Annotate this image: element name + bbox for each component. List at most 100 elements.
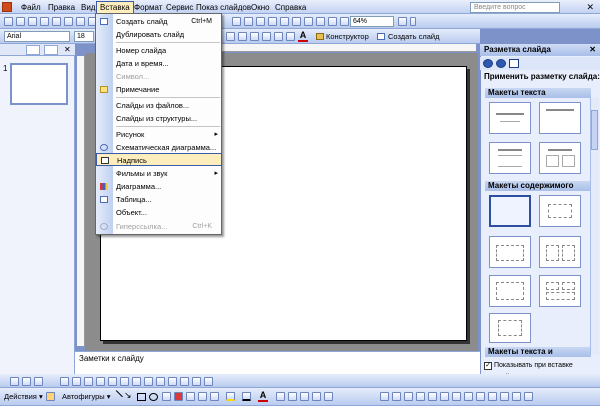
- insert-table-icon[interactable]: [244, 17, 253, 26]
- layout-title-only[interactable]: [539, 102, 581, 134]
- align-left-icon[interactable]: [262, 32, 271, 41]
- line-icon[interactable]: [110, 390, 123, 403]
- font-color-draw-icon[interactable]: A: [258, 391, 268, 402]
- outline-extra6-icon[interactable]: [192, 377, 201, 386]
- outline-collapse-icon[interactable]: [84, 377, 93, 386]
- menu-window[interactable]: Окно: [248, 2, 273, 13]
- layout-content-4[interactable]: [489, 275, 531, 307]
- sorter-view-icon[interactable]: [22, 377, 31, 386]
- layout-content[interactable]: [539, 195, 581, 227]
- outline-extra2-icon[interactable]: [144, 377, 153, 386]
- help-search-input[interactable]: Введите вопрос: [470, 2, 560, 13]
- tab-slides[interactable]: [44, 45, 58, 55]
- slideshow-view-icon[interactable]: [34, 377, 43, 386]
- extra-draw-6-icon[interactable]: [440, 392, 449, 401]
- menu-item-slides-from-outline[interactable]: Слайды из структуры...: [96, 112, 222, 125]
- rectangle-icon[interactable]: [137, 393, 146, 401]
- extra-draw-1-icon[interactable]: [380, 392, 389, 401]
- tab-outline[interactable]: [26, 45, 40, 55]
- menu-item-duplicate-slide[interactable]: Дублировать слайд: [96, 28, 222, 41]
- menu-item-date-time[interactable]: Дата и время...: [96, 57, 222, 70]
- notes-field[interactable]: Заметки к слайду: [75, 351, 480, 374]
- wordart-icon[interactable]: [174, 392, 183, 401]
- outline-expand-icon[interactable]: [96, 377, 105, 386]
- extra-draw-13-icon[interactable]: [524, 392, 533, 401]
- menu-item-object[interactable]: Объект...: [96, 206, 222, 219]
- menu-help[interactable]: Справка: [272, 2, 309, 13]
- outline-down-icon[interactable]: [72, 377, 81, 386]
- extra-draw-11-icon[interactable]: [500, 392, 509, 401]
- arrow-style-icon[interactable]: [300, 392, 309, 401]
- extra-draw-3-icon[interactable]: [404, 392, 413, 401]
- shadow-icon[interactable]: [312, 392, 321, 401]
- outline-extra3-icon[interactable]: [156, 377, 165, 386]
- insert-picture-icon[interactable]: [280, 17, 289, 26]
- dash-style-icon[interactable]: [288, 392, 297, 401]
- layout-title-slide[interactable]: [489, 102, 531, 134]
- app-icon[interactable]: [2, 2, 12, 12]
- picture-icon[interactable]: [210, 392, 219, 401]
- new-slide-button[interactable]: Создать слайд: [377, 31, 439, 42]
- extra-draw-5-icon[interactable]: [428, 392, 437, 401]
- underline-icon[interactable]: [250, 32, 259, 41]
- menu-slideshow[interactable]: Показ слайдов: [193, 2, 254, 13]
- font-color-icon[interactable]: A: [298, 31, 308, 42]
- save-icon[interactable]: [28, 17, 37, 26]
- menu-tools[interactable]: Сервис: [163, 2, 196, 13]
- insert-chart-icon[interactable]: [232, 17, 241, 26]
- task-pane-scroll-thumb[interactable]: [591, 110, 598, 150]
- zoom-select[interactable]: 64%: [350, 16, 394, 27]
- menu-item-new-slide[interactable]: Создать слайд Ctrl+M: [96, 15, 222, 28]
- extra-draw-12-icon[interactable]: [512, 392, 521, 401]
- menu-item-movies-sound[interactable]: Фильмы и звук ▸: [96, 167, 222, 180]
- menu-item-slides-from-files[interactable]: Слайды из файлов...: [96, 99, 222, 112]
- help-icon[interactable]: [398, 17, 407, 26]
- permission-icon[interactable]: [40, 17, 49, 26]
- outline-extra5-icon[interactable]: [180, 377, 189, 386]
- designer-button[interactable]: Конструктор: [316, 31, 369, 42]
- home-icon[interactable]: [509, 59, 519, 68]
- bold-icon[interactable]: [226, 32, 235, 41]
- layout-content-3[interactable]: [539, 236, 581, 268]
- preview-icon[interactable]: [76, 17, 85, 26]
- layout-title-text[interactable]: [489, 142, 531, 174]
- tables-borders-icon[interactable]: [256, 17, 265, 26]
- bullets-icon[interactable]: [286, 32, 295, 41]
- oval-icon[interactable]: [149, 393, 158, 401]
- menu-item-comment[interactable]: Примечание: [96, 83, 222, 96]
- menu-item-picture[interactable]: Рисунок ▸: [96, 128, 222, 141]
- actions-menu[interactable]: Действия ▾: [4, 392, 43, 402]
- layout-two-column-text[interactable]: [539, 142, 581, 174]
- forward-icon[interactable]: [496, 59, 506, 68]
- outline-summary-icon[interactable]: [108, 377, 117, 386]
- extra-draw-7-icon[interactable]: [452, 392, 461, 401]
- expand-icon[interactable]: [316, 17, 325, 26]
- line-style-icon[interactable]: [276, 392, 285, 401]
- outline-show-format-icon[interactable]: [120, 377, 129, 386]
- extra-draw-2-icon[interactable]: [392, 392, 401, 401]
- 3d-icon[interactable]: [324, 392, 333, 401]
- font-size-select[interactable]: 18: [74, 31, 94, 42]
- layout-content-2[interactable]: [489, 236, 531, 268]
- align-center-icon[interactable]: [274, 32, 283, 41]
- slides-pane-close-icon[interactable]: ✕: [64, 45, 71, 54]
- outline-extra4-icon[interactable]: [168, 377, 177, 386]
- font-name-select[interactable]: Arial: [4, 31, 70, 42]
- select-objects-icon[interactable]: [46, 392, 55, 401]
- email-icon[interactable]: [52, 17, 61, 26]
- textbox-icon[interactable]: [162, 392, 171, 401]
- menu-item-chart[interactable]: Диаграмма...: [96, 180, 222, 193]
- autoshapes-menu[interactable]: Автофигуры ▾: [62, 392, 111, 402]
- menu-edit[interactable]: Правка: [45, 2, 78, 13]
- slide-thumbnail[interactable]: [10, 63, 68, 105]
- italic-icon[interactable]: [238, 32, 247, 41]
- layout-blank[interactable]: [489, 195, 531, 227]
- menu-format[interactable]: Формат: [131, 2, 165, 13]
- insert-textbox-icon[interactable]: [268, 17, 277, 26]
- color-grayscale-icon[interactable]: [292, 17, 301, 26]
- menu-item-textbox[interactable]: Надпись: [96, 153, 222, 166]
- layout-content-6[interactable]: [489, 313, 531, 343]
- extra-draw-8-icon[interactable]: [464, 392, 473, 401]
- fill-color-icon[interactable]: [226, 392, 235, 401]
- extra-draw-4-icon[interactable]: [416, 392, 425, 401]
